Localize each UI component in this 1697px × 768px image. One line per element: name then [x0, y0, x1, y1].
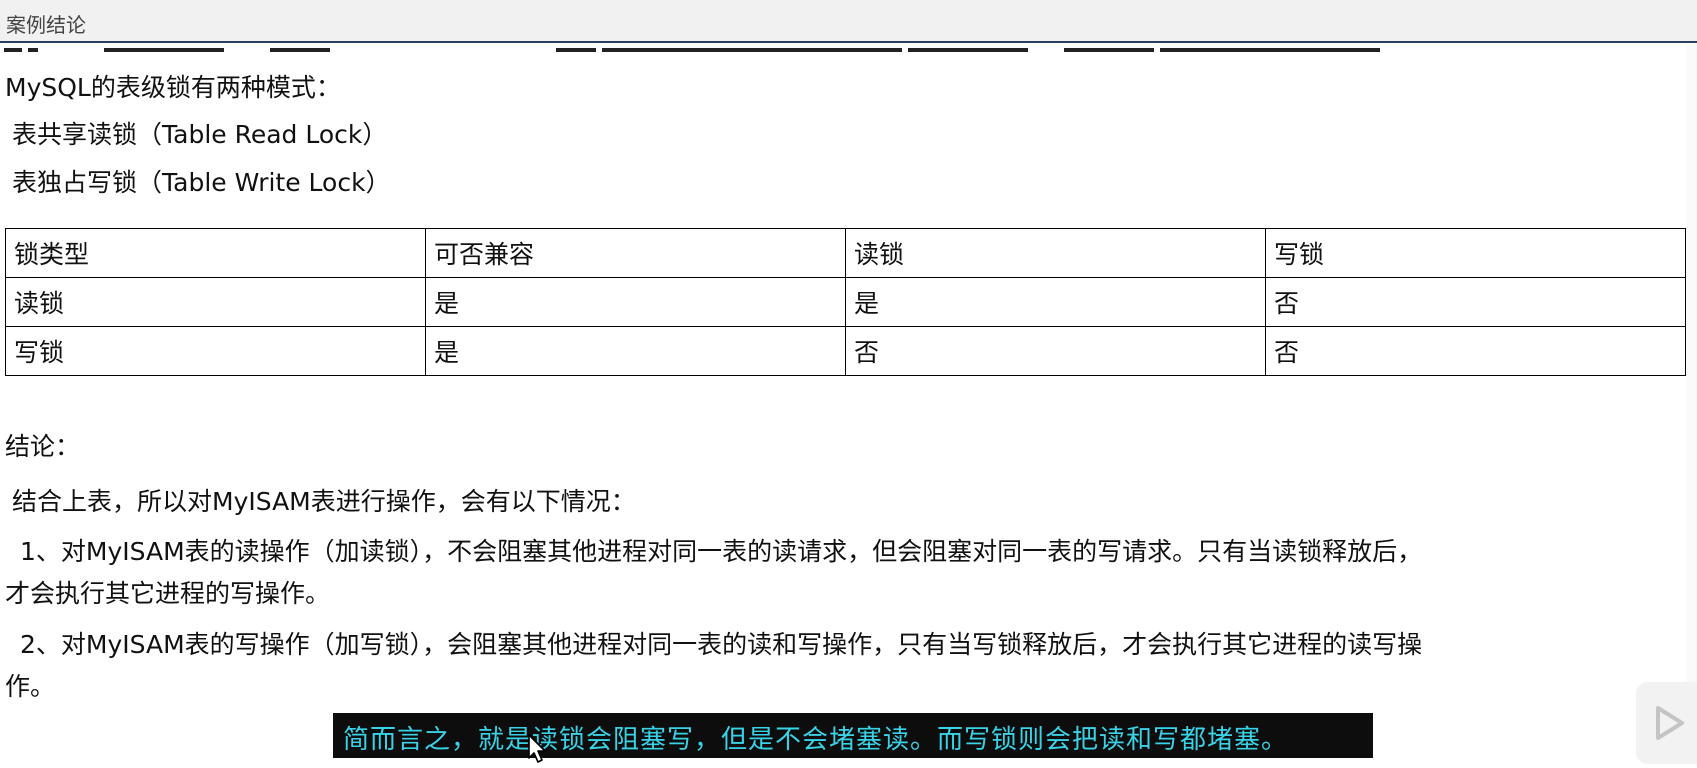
point2-line2: 作。: [5, 672, 56, 701]
table-cell: 是: [845, 277, 1266, 327]
subtitle-text: 简而言之，就是读锁会阻塞写，但是不会堵塞读。而写锁则会把读和写都堵塞。: [343, 725, 1289, 755]
conclusion-lead: 结合上表，所以对MyISAM表进行操作，会有以下情况：: [12, 487, 636, 516]
play-icon: [1656, 706, 1684, 740]
page-title: 案例结论: [6, 13, 86, 37]
subtitle-bar: 简而言之，就是读锁会阻塞写，但是不会堵塞读。而写锁则会把读和写都堵塞。: [333, 713, 1373, 758]
write-lock-mode: 表独占写锁（Table Write Lock）: [12, 168, 391, 197]
lock-modes-heading: MySQL的表级锁有两种模式：: [5, 73, 341, 102]
table-cell: 是: [425, 277, 846, 327]
play-button[interactable]: [1636, 682, 1697, 764]
lock-compatibility-table: 锁类型 可否兼容 读锁 写锁 读锁 是 是 否 写锁 是 否 否: [5, 228, 1686, 376]
point1-line2: 才会执行其它进程的写操作。: [5, 579, 331, 608]
table-header-cell: 锁类型: [5, 228, 426, 278]
conclusion-title: 结论：: [5, 432, 81, 461]
table-header-cell: 读锁: [845, 228, 1266, 278]
scrollbar-track[interactable]: [1686, 44, 1697, 684]
table-cell: 写锁: [5, 326, 426, 376]
table-cell: 否: [1265, 277, 1686, 327]
table-header-cell: 写锁: [1265, 228, 1686, 278]
clipped-text-line: [0, 48, 1600, 54]
table-cell: 否: [845, 326, 1266, 376]
read-lock-mode: 表共享读锁（Table Read Lock）: [12, 120, 388, 149]
table-header-row: 锁类型 可否兼容 读锁 写锁: [5, 228, 1686, 278]
table-cell: 是: [425, 326, 846, 376]
table-header-cell: 可否兼容: [425, 228, 846, 278]
mouse-cursor-icon: [528, 734, 546, 763]
point1-line1: 1、对MyISAM表的读操作（加读锁），不会阻塞其他进程对同一表的读请求，但会阻…: [20, 537, 1423, 566]
table-cell: 读锁: [5, 277, 426, 327]
table-row: 写锁 是 否 否: [5, 326, 1686, 376]
title-bar: 案例结论: [0, 0, 1697, 43]
table-cell: 否: [1265, 326, 1686, 376]
table-row: 读锁 是 是 否: [5, 277, 1686, 327]
point2-line1: 2、对MyISAM表的写操作（加写锁），会阻塞其他进程对同一表的读和写操作，只有…: [20, 630, 1423, 659]
